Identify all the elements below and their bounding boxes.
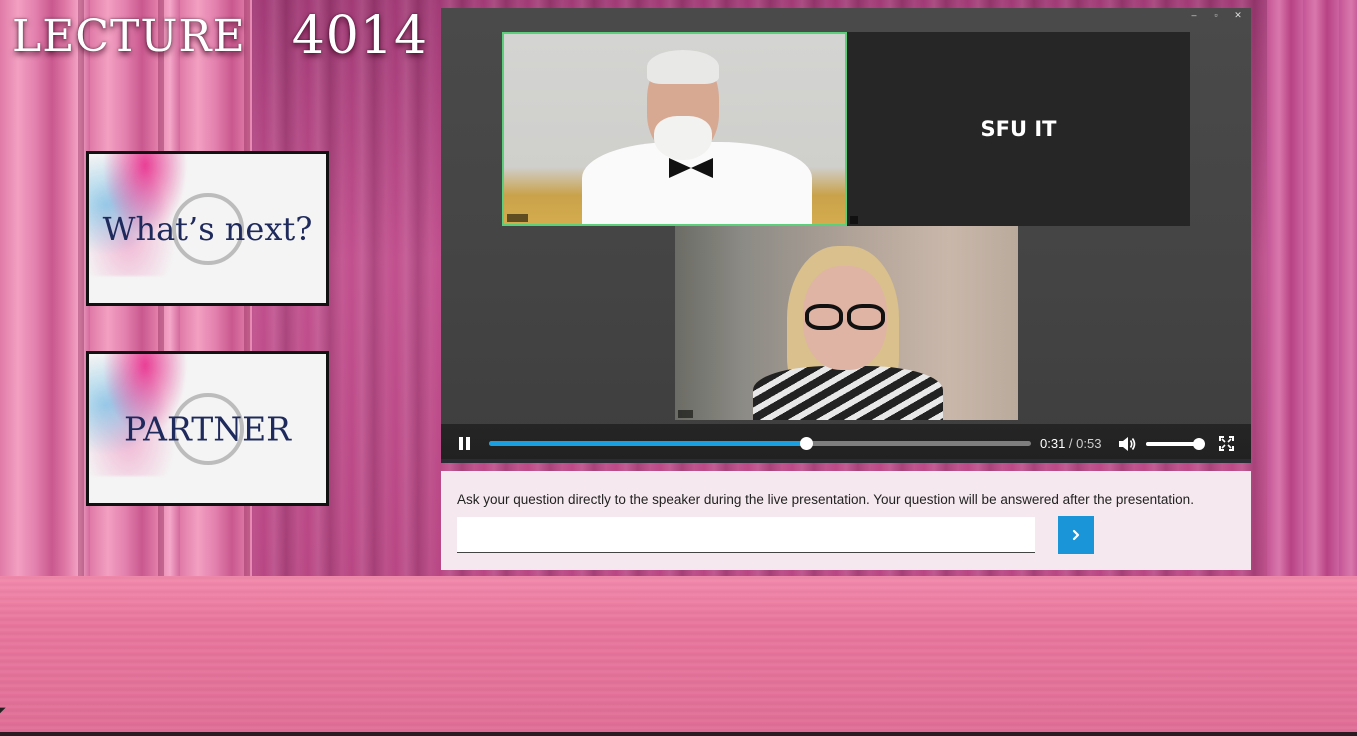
embedded-taskbar — [441, 459, 1251, 463]
time-display: 0:31 / 0:53 — [1040, 436, 1101, 451]
volume-icon[interactable] — [1118, 436, 1136, 452]
sfu-it-label: SFU IT — [980, 117, 1057, 141]
minimize-icon: – — [1191, 10, 1197, 20]
time-separator: / — [1065, 436, 1077, 451]
volume-fill — [1146, 442, 1199, 446]
player-controls-bar: 0:31 / 0:53 — [441, 424, 1251, 463]
question-prompt: Ask your question directly to the speake… — [457, 492, 1194, 507]
cursor-icon: ◤ — [0, 706, 6, 717]
lecture-title: LECTURE 4014 — [12, 4, 428, 68]
close-icon: ✕ — [1234, 10, 1242, 20]
progress-thumb[interactable] — [800, 437, 814, 450]
partner-card[interactable]: PARTNER — [86, 351, 329, 506]
participant-name-tag — [507, 214, 528, 222]
whats-next-card[interactable]: What’s next? — [86, 151, 329, 306]
window-controls: – ▫ ✕ — [1189, 10, 1243, 21]
progress-bar[interactable] — [489, 437, 1031, 450]
participant-name-tag — [850, 216, 859, 224]
lecture-title-word: LECTURE — [12, 10, 246, 62]
pause-icon[interactable] — [459, 437, 471, 450]
progress-fill — [489, 441, 807, 446]
chevron-right-icon — [1072, 529, 1080, 541]
fullscreen-icon[interactable] — [1219, 436, 1234, 451]
guest-video-tile — [675, 226, 1018, 420]
restore-icon: ▫ — [1214, 10, 1218, 20]
stage-floor — [0, 576, 1357, 736]
question-panel: Ask your question directly to the speake… — [441, 471, 1251, 570]
whats-next-label: What’s next? — [102, 209, 313, 248]
current-time: 0:31 — [1040, 436, 1066, 451]
volume-slider[interactable] — [1146, 438, 1205, 450]
question-input[interactable] — [457, 517, 1035, 553]
partner-label: PARTNER — [123, 409, 292, 448]
sfu-it-video-tile: SFU IT — [847, 32, 1190, 226]
volume-thumb[interactable] — [1192, 438, 1205, 450]
right-curtain-drape — [1267, 0, 1357, 580]
lecture-number: 4014 — [291, 6, 429, 66]
duration: 0:53 — [1076, 436, 1102, 451]
speaker-video-tile — [502, 32, 847, 226]
participant-name-tag — [678, 410, 694, 418]
submit-question-button[interactable] — [1058, 516, 1094, 554]
video-player[interactable]: – ▫ ✕ SFU IT 0:31 / 0:53 — [441, 8, 1251, 463]
